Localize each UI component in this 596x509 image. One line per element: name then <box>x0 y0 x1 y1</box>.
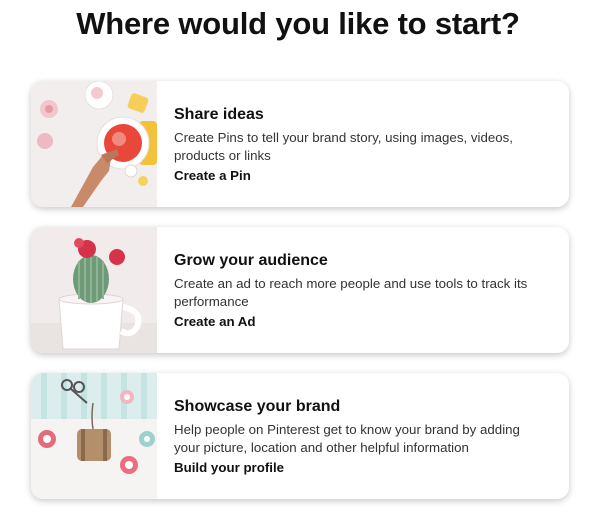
card-title: Share ideas <box>174 106 264 123</box>
grow-audience-content: Grow your audience Create an ad to reach… <box>174 251 544 331</box>
create-pin-link[interactable]: Create a Pin <box>174 167 251 185</box>
card-title: Grow your audience <box>174 252 328 269</box>
card-description: Help people on Pinterest get to know you… <box>174 422 520 455</box>
page-title: Where would you like to start? <box>76 6 520 41</box>
grow-audience-card[interactable]: Grow your audience Create an ad to reach… <box>31 227 569 353</box>
create-ad-link[interactable]: Create an Ad <box>174 313 256 331</box>
showcase-brand-image <box>31 373 157 499</box>
card-description: Create an ad to reach more people and us… <box>174 276 528 309</box>
showcase-brand-card[interactable]: Showcase your brand Help people on Pinte… <box>31 373 569 499</box>
share-ideas-content: Share ideas Create Pins to tell your bra… <box>174 105 544 185</box>
build-profile-link[interactable]: Build your profile <box>174 459 284 477</box>
share-ideas-image <box>31 81 157 207</box>
share-ideas-card[interactable]: Share ideas Create Pins to tell your bra… <box>31 81 569 207</box>
start-options-page: Where would you like to start? Share ide… <box>0 0 596 509</box>
card-title: Showcase your brand <box>174 398 341 415</box>
showcase-brand-content: Showcase your brand Help people on Pinte… <box>174 397 544 477</box>
grow-audience-image <box>31 227 157 353</box>
card-description: Create Pins to tell your brand story, us… <box>174 130 513 163</box>
